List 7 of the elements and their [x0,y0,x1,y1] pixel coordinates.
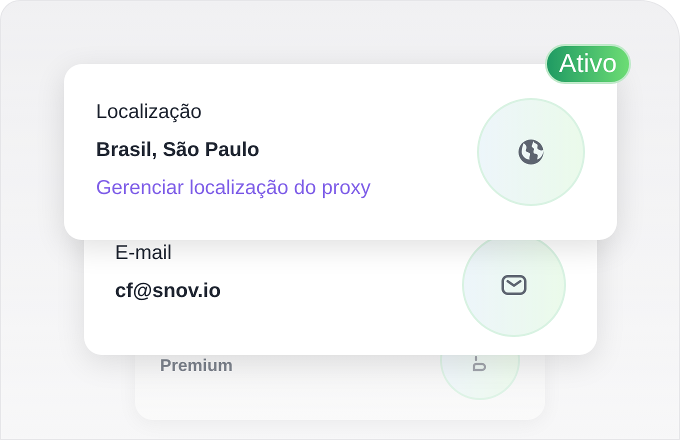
field-label: Localização [96,100,203,124]
manage-link[interactable]: Gerenciar localização do proxy [96,176,371,200]
field-value: cf@snov.io [115,279,221,303]
field-value: Brasil, São Paulo [96,138,260,162]
field-label: E-mail [115,241,173,265]
status-badge: Ativo [545,44,631,84]
plan-label: Premium [160,356,233,376]
